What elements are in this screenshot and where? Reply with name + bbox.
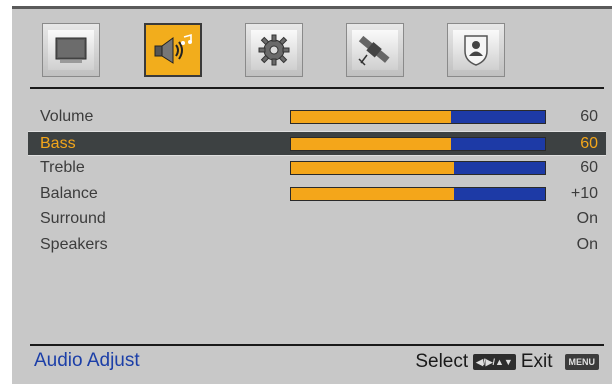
row-value: 60 <box>580 108 598 125</box>
row-label: Surround <box>40 210 106 227</box>
audio-settings-list: Volume 60 Bass 60 Treble 60 Balance +10 … <box>28 105 606 258</box>
tab-channel[interactable] <box>346 23 404 77</box>
tab-audio[interactable] <box>144 23 202 77</box>
tab-lock[interactable] <box>447 23 505 77</box>
menu-row-volume[interactable]: Volume 60 <box>28 105 606 131</box>
row-label: Volume <box>40 108 94 125</box>
row-label: Balance <box>40 184 98 202</box>
footer-hints: Select ◀/▶/▲▼ Exit MENU <box>415 351 604 373</box>
slider-fill <box>291 137 452 150</box>
satellite-icon <box>352 30 398 70</box>
menu-row-surround[interactable]: Surround On <box>28 207 606 233</box>
row-value: 60 <box>580 134 598 152</box>
menu-key-icon[interactable]: MENU <box>564 354 599 370</box>
select-key-icon: ◀/▶/▲▼ <box>473 354 516 370</box>
treble-slider[interactable] <box>290 161 546 175</box>
tv-icon <box>48 30 94 70</box>
balance-slider[interactable] <box>290 186 546 201</box>
row-value: On <box>576 210 598 227</box>
row-value: 60 <box>580 159 598 176</box>
header-divider <box>30 87 604 89</box>
menu-row-speakers[interactable]: Speakers On <box>28 233 606 259</box>
slider-fill <box>291 187 454 200</box>
menu-row-balance[interactable]: Balance +10 <box>28 182 606 208</box>
slider-fill <box>291 162 454 174</box>
bass-slider[interactable] <box>290 136 546 151</box>
osd-screen: Volume 60 Bass 60 Treble 60 Balance +10 … <box>12 6 612 384</box>
row-label: Bass <box>40 134 76 152</box>
tab-settings[interactable] <box>245 23 303 77</box>
exit-label: Exit <box>520 351 553 372</box>
footer-bar: Audio Adjust Select ◀/▶/▲▼ Exit MENU <box>30 344 604 376</box>
footer-title: Audio Adjust <box>34 350 140 371</box>
slider-fill <box>291 111 452 123</box>
volume-slider[interactable] <box>290 110 546 124</box>
gear-icon <box>251 30 297 70</box>
row-label: Treble <box>40 159 85 176</box>
menu-row-bass[interactable]: Bass 60 <box>28 130 606 156</box>
speaker-music-icon <box>150 30 196 70</box>
row-value: +10 <box>570 184 598 202</box>
row-label: Speakers <box>40 235 108 253</box>
parental-lock-icon <box>453 30 499 70</box>
select-label: Select <box>415 351 469 372</box>
menu-row-treble[interactable]: Treble 60 <box>28 156 606 182</box>
row-value: On <box>576 235 598 253</box>
tab-picture[interactable] <box>42 23 100 77</box>
